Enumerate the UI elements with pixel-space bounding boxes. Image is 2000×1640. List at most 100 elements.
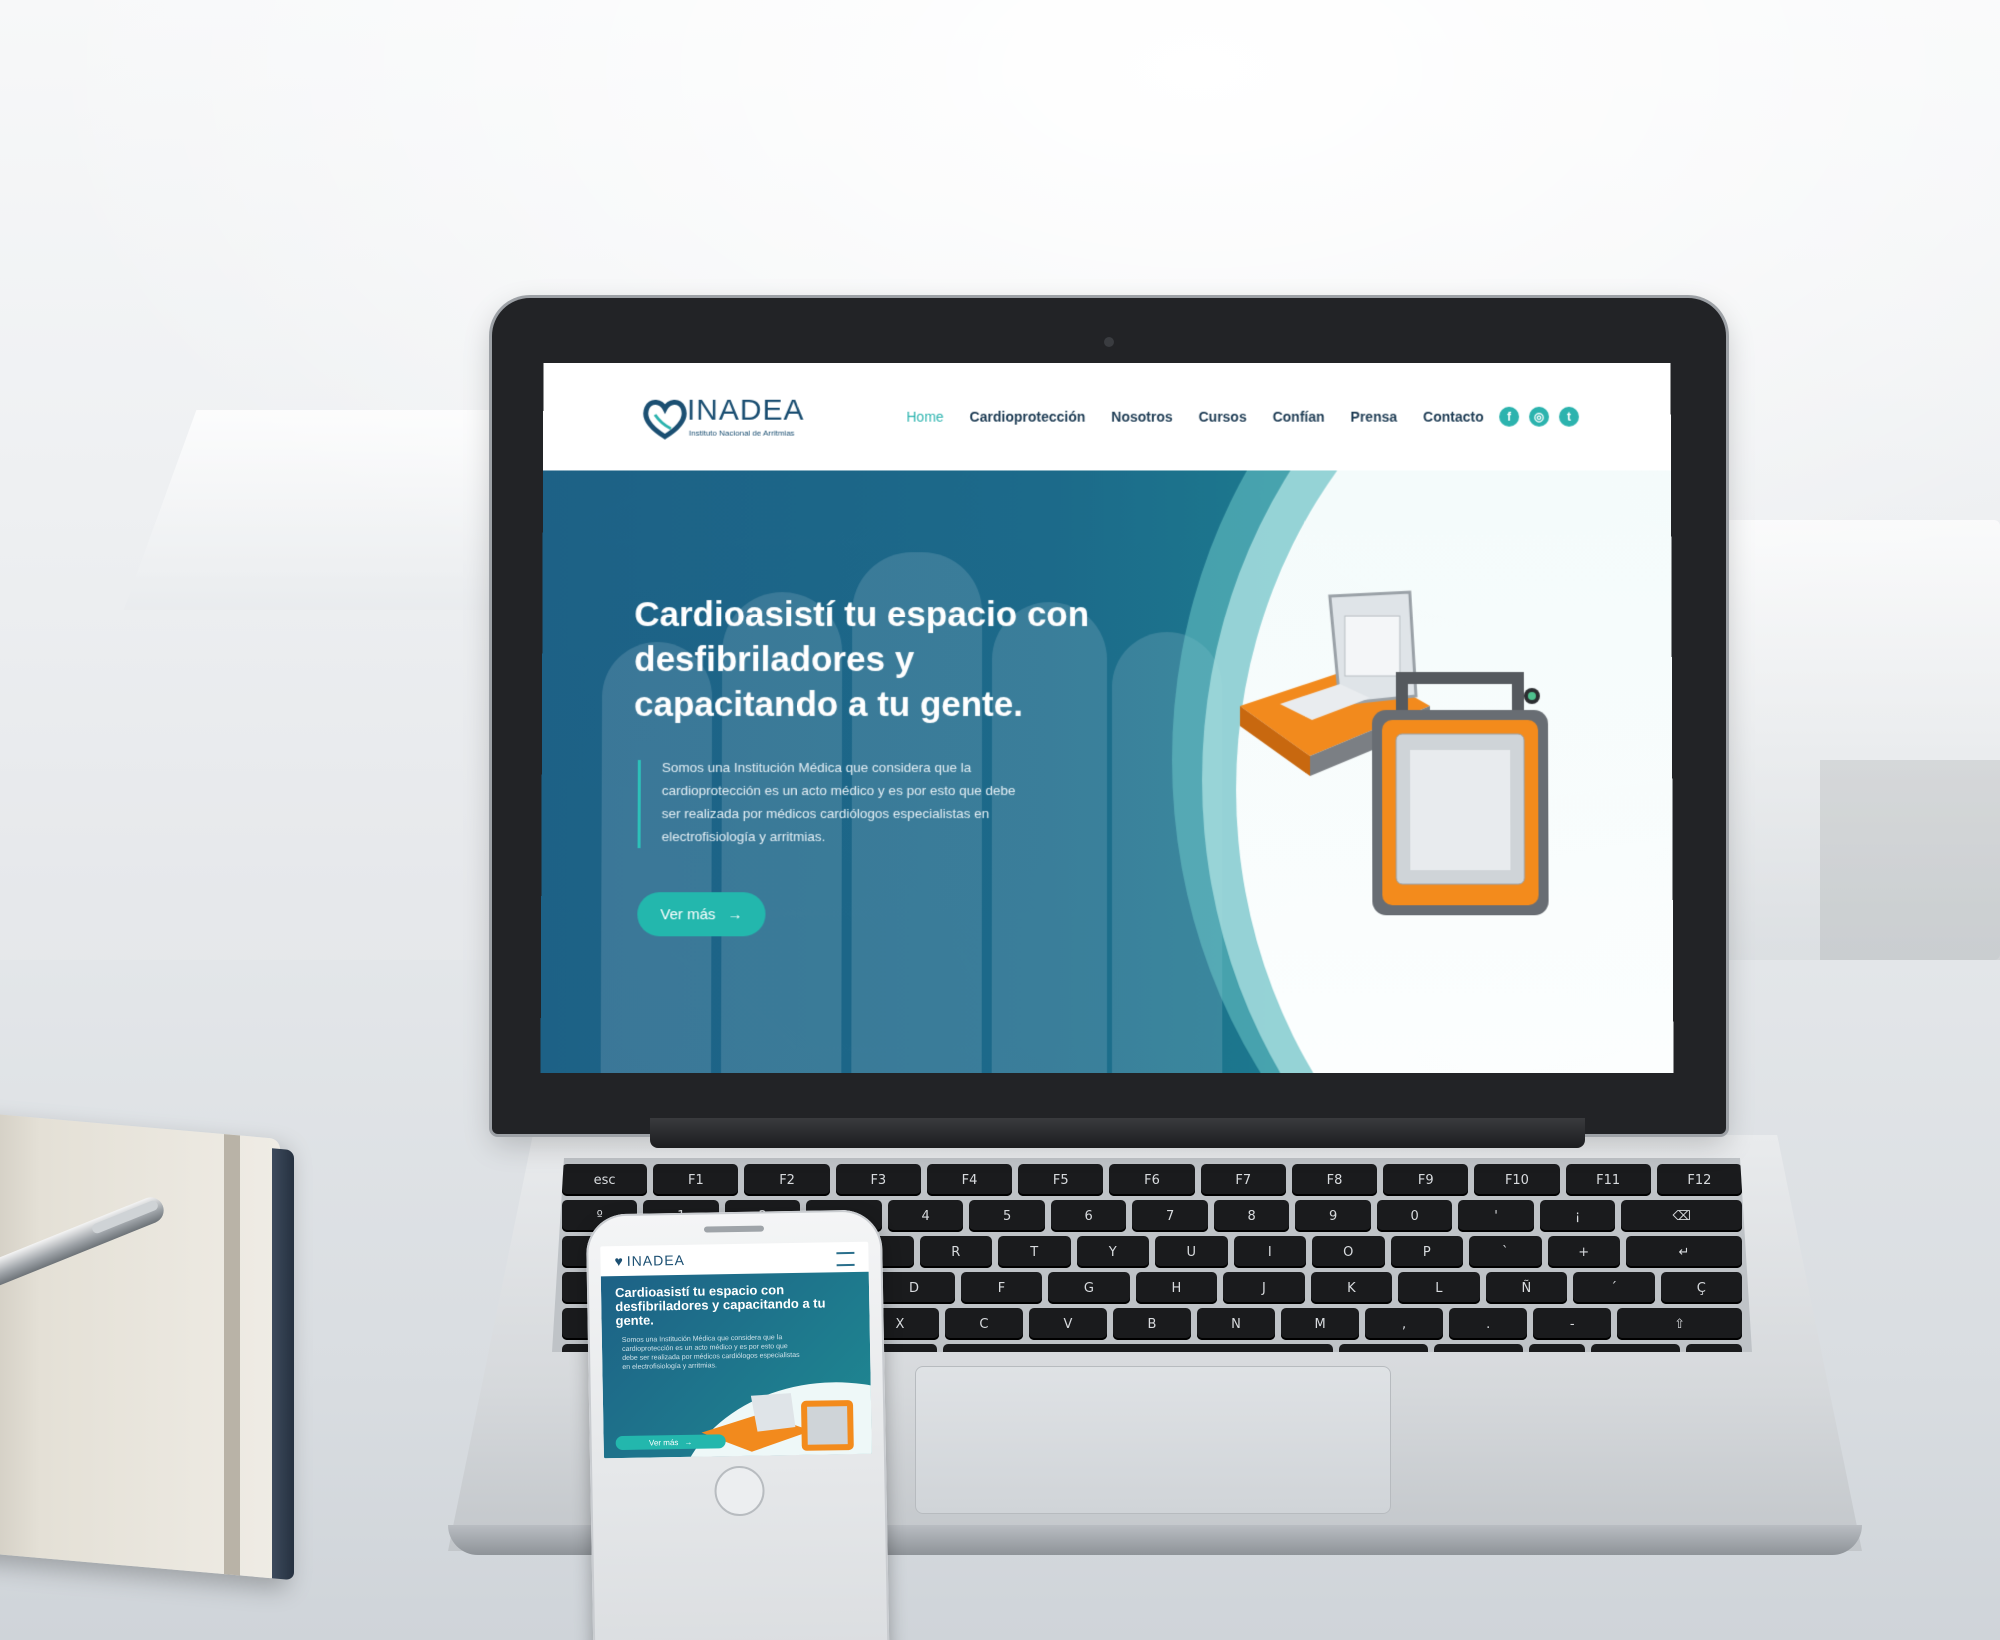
background-shelf-shadow xyxy=(1820,760,2000,960)
instagram-icon[interactable]: ◎ xyxy=(1529,407,1549,427)
keyboard-key[interactable]: F1 xyxy=(653,1164,738,1196)
phone-hero: Cardioasistí tu espacio con desfibrilado… xyxy=(601,1272,872,1459)
keyboard-key[interactable]: F xyxy=(961,1272,1042,1304)
phone-hero-description: Somos una Institución Médica que conside… xyxy=(622,1333,803,1372)
site-logo[interactable]: INADEA Instituto Nacional de Arritmias xyxy=(641,393,801,445)
keyboard-key[interactable]: O xyxy=(1312,1236,1385,1268)
keyboard-key[interactable]: ´ xyxy=(1573,1272,1654,1304)
keyboard-key[interactable]: 8 xyxy=(1214,1200,1289,1232)
keyboard-key[interactable]: F11 xyxy=(1566,1164,1651,1196)
keyboard-key[interactable]: P xyxy=(1391,1236,1464,1268)
keyboard-key[interactable]: F5 xyxy=(1018,1164,1103,1196)
keyboard-key[interactable]: F4 xyxy=(927,1164,1012,1196)
keyboard-key[interactable]: H xyxy=(1136,1272,1217,1304)
main-menu: Home Cardioprotección Nosotros Cursos Co… xyxy=(906,363,1483,471)
aed-main-device-image xyxy=(1362,670,1559,920)
keyboard-key[interactable]: ' xyxy=(1458,1200,1533,1232)
keyboard-key[interactable]: ↵ xyxy=(1626,1236,1742,1268)
keyboard-key[interactable]: V xyxy=(1029,1308,1107,1340)
keyboard-key[interactable]: U xyxy=(1155,1236,1228,1268)
arrow-right-icon: → xyxy=(727,906,742,923)
keyboard-key[interactable]: ` xyxy=(1469,1236,1542,1268)
keyboard-key[interactable]: F7 xyxy=(1201,1164,1286,1196)
keyboard-key[interactable]: ¡ xyxy=(1540,1200,1615,1232)
phone-hero-title: Cardioasistí tu espacio con desfibrilado… xyxy=(615,1282,846,1328)
keyboard-key[interactable]: ⌫ xyxy=(1621,1200,1742,1232)
phone-earpiece xyxy=(704,1226,764,1233)
phone-ver-mas-button[interactable]: Ver más → xyxy=(616,1434,726,1450)
social-links: f ◎ t xyxy=(1499,407,1579,427)
hamburger-menu-icon[interactable] xyxy=(836,1252,854,1266)
keyboard-key[interactable]: F10 xyxy=(1474,1164,1559,1196)
heart-logo-icon xyxy=(641,395,689,443)
hero-section: Cardioasistí tu espacio con desfibrilado… xyxy=(541,470,1674,1072)
keyboard-key[interactable]: , xyxy=(1365,1308,1443,1340)
keyboard-key[interactable]: K xyxy=(1311,1272,1392,1304)
arrow-right-icon: → xyxy=(684,1437,692,1446)
laptop-screen: INADEA Instituto Nacional de Arritmias H… xyxy=(541,363,1674,1073)
keyboard-key[interactable]: T xyxy=(998,1236,1071,1268)
keyboard-key[interactable]: 7 xyxy=(1132,1200,1207,1232)
keyboard-key[interactable]: 6 xyxy=(1051,1200,1126,1232)
keyboard-key[interactable]: 9 xyxy=(1295,1200,1370,1232)
keyboard-key[interactable]: 0 xyxy=(1377,1200,1452,1232)
cta-label: Ver más xyxy=(660,906,715,923)
phone-home-button[interactable] xyxy=(714,1466,765,1517)
logo-subtitle: Instituto Nacional de Arritmias xyxy=(689,429,795,438)
keyboard-key[interactable]: F3 xyxy=(836,1164,921,1196)
keyboard-key[interactable]: C xyxy=(945,1308,1023,1340)
hero-title: Cardioasistí tu espacio con desfibrilado… xyxy=(634,592,1104,727)
keyboard-key[interactable]: F2 xyxy=(744,1164,829,1196)
keyboard-key[interactable]: esc xyxy=(562,1164,647,1196)
keyboard-key[interactable]: F8 xyxy=(1292,1164,1377,1196)
smartphone: ♥ INADEA Cardioasistí tu espacio con des… xyxy=(586,1209,891,1640)
nav-cursos[interactable]: Cursos xyxy=(1199,409,1247,425)
notebook-cover xyxy=(272,1148,294,1580)
nav-cardioproteccion[interactable]: Cardioprotección xyxy=(970,409,1086,425)
twitter-icon[interactable]: t xyxy=(1559,407,1579,427)
keyboard-key[interactable]: F12 xyxy=(1657,1164,1742,1196)
phone-logo: INADEA xyxy=(627,1252,685,1269)
laptop-trackpad[interactable] xyxy=(915,1366,1391,1514)
keyboard-key[interactable]: F6 xyxy=(1109,1164,1194,1196)
nav-confian[interactable]: Confían xyxy=(1273,409,1325,425)
ver-mas-button[interactable]: Ver más → xyxy=(637,892,765,936)
hero-accent-bar xyxy=(638,760,641,848)
keyboard-key[interactable]: L xyxy=(1398,1272,1479,1304)
keyboard-key[interactable]: G xyxy=(1048,1272,1129,1304)
keyboard-key[interactable]: Ç xyxy=(1661,1272,1742,1304)
nav-contacto[interactable]: Contacto xyxy=(1423,409,1484,425)
heart-logo-icon: ♥ xyxy=(614,1253,623,1269)
keyboard-key[interactable]: F9 xyxy=(1383,1164,1468,1196)
keyboard-key[interactable]: D xyxy=(873,1272,954,1304)
phone-cta-label: Ver más xyxy=(649,1438,678,1448)
keyboard-key[interactable]: 5 xyxy=(969,1200,1044,1232)
keyboard-key[interactable]: J xyxy=(1223,1272,1304,1304)
facebook-icon[interactable]: f xyxy=(1499,407,1519,427)
keyboard-key[interactable]: R xyxy=(920,1236,993,1268)
keyboard-key[interactable]: N xyxy=(1197,1308,1275,1340)
hero-description: Somos una Institución Médica que conside… xyxy=(662,756,1022,848)
photo-scene: escF1F2F3F4F5F6F7F8F9F10F11F12º123456789… xyxy=(0,0,2000,1640)
nav-home[interactable]: Home xyxy=(906,409,943,425)
notebook-band xyxy=(224,1134,240,1575)
nav-nosotros[interactable]: Nosotros xyxy=(1111,409,1172,425)
keyboard-key[interactable]: M xyxy=(1281,1308,1359,1340)
keyboard-key[interactable]: Y xyxy=(1077,1236,1150,1268)
laptop-hinge xyxy=(650,1118,1585,1148)
keyboard-key[interactable]: . xyxy=(1449,1308,1527,1340)
phone-screen: ♥ INADEA Cardioasistí tu espacio con des… xyxy=(600,1242,872,1459)
keyboard-key[interactable]: Ñ xyxy=(1486,1272,1567,1304)
nav-prensa[interactable]: Prensa xyxy=(1351,409,1398,425)
keyboard-key[interactable]: B xyxy=(1113,1308,1191,1340)
keyboard-key[interactable]: + xyxy=(1548,1236,1621,1268)
site-header: INADEA Instituto Nacional de Arritmias H… xyxy=(543,363,1671,471)
keyboard-row: esc F1 F2 F3 F4 F5 F6 F7 F8 F9 F10 F11 F12 xyxy=(562,1164,1742,1196)
keyboard-key[interactable]: I xyxy=(1234,1236,1307,1268)
webcam xyxy=(1104,337,1114,347)
keyboard-key[interactable]: - xyxy=(1533,1308,1611,1340)
keyboard-key[interactable]: ⇧ xyxy=(1617,1308,1742,1340)
phone-aed-image xyxy=(701,1390,862,1455)
logo-wordmark: INADEA xyxy=(687,393,805,429)
keyboard-key[interactable]: 4 xyxy=(888,1200,963,1232)
